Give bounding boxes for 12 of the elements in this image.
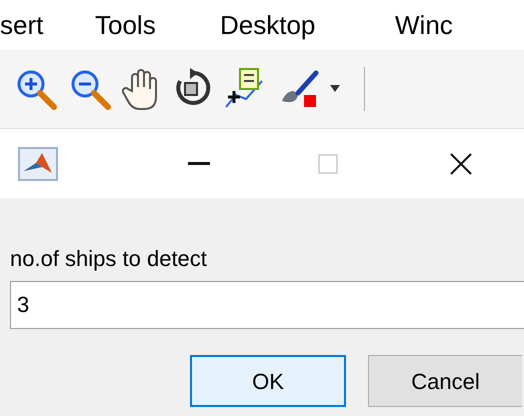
input-field[interactable]: 3 (10, 281, 524, 329)
cancel-button[interactable]: Cancel (368, 355, 522, 407)
menu-item[interactable]: sert (0, 6, 44, 44)
app-logo-icon (18, 146, 58, 180)
menu-item[interactable]: Desktop (220, 6, 316, 44)
menu-item[interactable]: Tools (95, 6, 156, 44)
close-icon[interactable] (450, 152, 472, 174)
menu-item[interactable]: Winc (395, 6, 453, 44)
prompt-label: no.of ships to detect (9, 245, 208, 273)
caret-icon[interactable] (330, 85, 340, 93)
minimize-icon[interactable] (188, 162, 210, 166)
ok-button[interactable]: OK (190, 355, 346, 407)
